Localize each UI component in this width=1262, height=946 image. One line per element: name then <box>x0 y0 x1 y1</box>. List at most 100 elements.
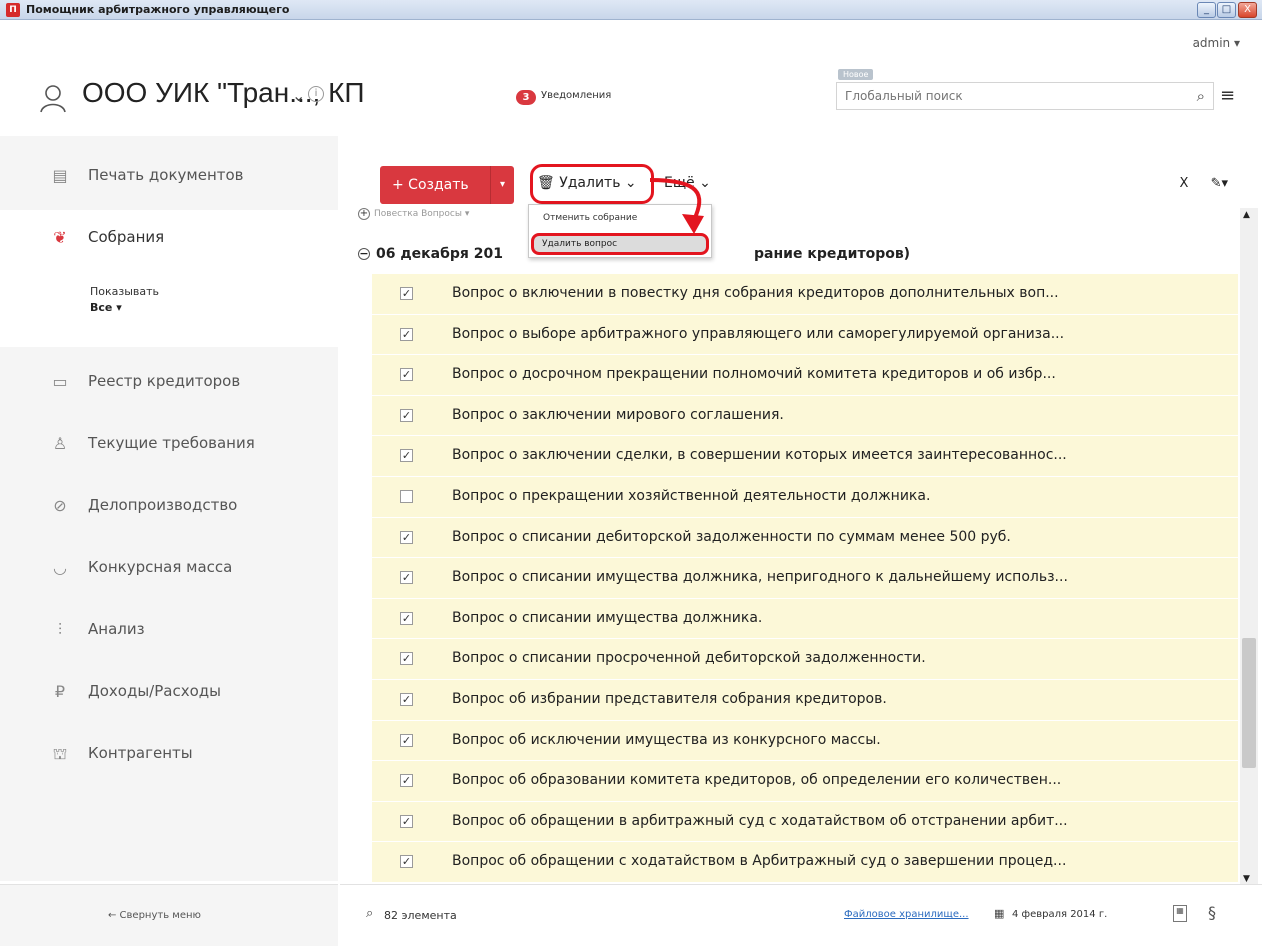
global-search-input[interactable] <box>837 83 1167 109</box>
list-item[interactable]: ✓ Вопрос об обращении с ходатайством в Ар… <box>372 842 1238 882</box>
sidebar-item-label: Реестр кредиторов <box>88 372 241 390</box>
filter-dropdown[interactable]: Все ▾ <box>90 301 122 314</box>
sidebar-item-income-expenses[interactable]: ₽ Доходы/Расходы <box>0 664 338 724</box>
sidebar-item-estate[interactable]: ◡ Конкурсная масса <box>0 540 338 600</box>
question-text: Вопрос о заключении мирового соглашения. <box>452 406 784 423</box>
checkbox-checked[interactable]: ✓ <box>400 855 413 869</box>
checkbox-checked[interactable]: ✓ <box>400 733 413 747</box>
maximize-button[interactable]: □ <box>1217 2 1236 18</box>
list-item[interactable]: ✓ Вопрос об образовании комитета кредитор… <box>372 761 1238 802</box>
question-text: Вопрос об исключении имущества из конкур… <box>452 731 881 748</box>
sidebar-item-counterparties[interactable]: ⛫ Контрагенты <box>0 726 338 786</box>
list-scrollbar[interactable]: ▲ ▼ <box>1240 208 1258 886</box>
questions-list: ✓ Вопрос о включении в повестку дня собра… <box>372 274 1238 882</box>
list-item[interactable]: ✓ Вопрос о включении в повестку дня собра… <box>372 274 1238 315</box>
checkbox-checked[interactable]: ✓ <box>400 368 413 382</box>
create-button[interactable]: + Создать ▾ <box>380 166 514 204</box>
create-button-label: + Создать <box>392 177 469 193</box>
sidebar-item-records[interactable]: ⊘ Делопроизводство <box>0 478 338 538</box>
list-item[interactable]: ✓ Вопрос о списании имущества должника. <box>372 598 1238 640</box>
search-icon[interactable]: ⌕ <box>1197 87 1205 105</box>
group-header[interactable]: −06 декабря 201 рание кредиторов) <box>358 246 910 262</box>
question-text: Вопрос об избрании представителя собрани… <box>452 690 887 707</box>
info-icon[interactable]: i <box>308 86 324 102</box>
bank-icon: ⛫ <box>52 744 68 763</box>
checkbox-checked[interactable]: ✓ <box>400 327 413 341</box>
scrollbar-thumb[interactable] <box>1242 638 1256 768</box>
checkbox-checked[interactable]: ✓ <box>400 530 413 544</box>
sidebar-item-analysis[interactable]: ⫶ Анализ <box>0 602 338 662</box>
collapse-menu-button[interactable]: ← Свернуть меню <box>108 910 201 921</box>
sidebar-item-label: Конкурсная масса <box>88 558 233 576</box>
list-item[interactable]: Вопрос о прекращении хозяйственной деяте… <box>372 476 1238 518</box>
excel-export-icon[interactable]: X <box>1180 176 1189 191</box>
sidebar-item-current-claims[interactable]: ♙ Текущие требования <box>0 416 338 476</box>
bar-chart-icon: ⫶ <box>57 620 62 639</box>
checkbox-checked[interactable]: ✓ <box>400 571 413 585</box>
delete-button-label: 🗑 Удалить ⌄ <box>537 175 637 191</box>
breadcrumb[interactable]: + Повестка Вопросы ▾ <box>358 208 469 220</box>
scroll-up-icon[interactable]: ▲ <box>1243 210 1250 220</box>
search-icon[interactable]: ⌕ <box>366 906 373 921</box>
collapse-minus-icon[interactable]: − <box>358 248 370 260</box>
question-text: Вопрос о заключении сделки, в совершении… <box>452 447 1067 464</box>
minimize-button[interactable]: _ <box>1197 2 1216 18</box>
checkbox-unchecked[interactable] <box>400 489 413 503</box>
current-date: 4 февраля 2014 г. <box>1012 909 1108 920</box>
delete-button[interactable]: 🗑 Удалить ⌄ <box>530 164 654 204</box>
checkbox-checked[interactable]: ✓ <box>400 814 413 828</box>
sidebar-item-print-documents[interactable]: ▤ Печать документов <box>0 148 338 208</box>
user-menu[interactable]: admin ▾ <box>1193 36 1240 50</box>
main-content: + Создать ▾ 🗑 Удалить ⌄ Ещё ⌄ X ✎▾ + Пове… <box>340 156 1262 882</box>
checkbox-checked[interactable]: ✓ <box>400 287 413 300</box>
create-dropdown-toggle[interactable]: ▾ <box>490 166 514 204</box>
hamburger-menu-icon[interactable]: ≡ <box>1220 85 1235 106</box>
list-item[interactable]: ✓ Вопрос о списании дебиторской задолженн… <box>372 517 1238 559</box>
edit-settings-icon[interactable]: ✎▾ <box>1211 176 1228 191</box>
toolbar-right: X ✎▾ <box>1162 176 1228 191</box>
sidebar-item-label: Доходы/Расходы <box>88 682 221 700</box>
notifications-link[interactable]: Уведомления <box>541 90 611 101</box>
checkbox-checked[interactable]: ✓ <box>400 774 413 788</box>
calculator-icon[interactable]: ▦ <box>1173 905 1187 922</box>
sidebar-item-label: Контрагенты <box>88 744 193 762</box>
question-text: Вопрос об обращении с ходатайством в Арб… <box>452 853 1067 870</box>
list-item[interactable]: ✓ Вопрос о списании имущества должника, н… <box>372 558 1238 599</box>
list-item[interactable]: ✓ Вопрос об исключении имущества из конку… <box>372 720 1238 762</box>
checkbox-checked[interactable]: ✓ <box>400 692 413 706</box>
list-item[interactable]: ✓ Вопрос о списании просроченной дебиторс… <box>372 639 1238 680</box>
notifications-count-badge[interactable]: 3 <box>516 90 536 105</box>
window-title: Помощник арбитражного управляющего <box>26 3 290 16</box>
question-text: Вопрос о списании просроченной дебиторск… <box>452 650 926 667</box>
basket-icon: ◡ <box>53 558 67 577</box>
list-item[interactable]: ✓ Вопрос о выборе арбитражного управляюще… <box>372 314 1238 356</box>
chevron-down-icon[interactable]: ⌄ <box>292 86 305 105</box>
sidebar-item-creditors-registry[interactable]: ▭ Реестр кредиторов <box>0 354 338 414</box>
list-item[interactable]: ✓ Вопрос об обращении в арбитражный суд с… <box>372 801 1238 843</box>
section-sign-icon[interactable]: § <box>1208 903 1216 922</box>
close-button[interactable]: X <box>1238 2 1257 18</box>
calendar-icon: ▦ <box>994 907 1005 920</box>
window-titlebar: П Помощник арбитражного управляющего _ □… <box>0 0 1262 20</box>
expand-plus-icon[interactable]: + <box>358 208 370 220</box>
global-search: ⌕ <box>836 82 1214 110</box>
list-item[interactable]: ✓ Вопрос об избрании представителя собран… <box>372 679 1238 721</box>
menu-item-cancel-meeting[interactable]: Отменить собрание <box>543 213 637 223</box>
list-item[interactable]: ✓ Вопрос о заключении сделки, в совершени… <box>372 436 1238 477</box>
breadcrumb-text: Повестка Вопросы ▾ <box>374 209 470 219</box>
scroll-down-icon[interactable]: ▼ <box>1243 874 1250 884</box>
sidebar-item-label: Текущие требования <box>88 434 255 452</box>
checkbox-checked[interactable]: ✓ <box>400 652 413 666</box>
question-text: Вопрос о списании имущества должника. <box>452 609 763 626</box>
list-item[interactable]: ✓ Вопрос о заключении мирового соглашения… <box>372 395 1238 437</box>
checkbox-checked[interactable]: ✓ <box>400 449 413 463</box>
question-text: Вопрос о списании имущества должника, не… <box>452 569 1068 586</box>
checkbox-checked[interactable]: ✓ <box>400 611 413 625</box>
sidebar-item-meetings[interactable]: ❦ Собрания <box>0 210 338 270</box>
handshake-icon: ❦ <box>53 228 67 247</box>
checkbox-checked[interactable]: ✓ <box>400 408 413 422</box>
file-storage-link[interactable]: Файловое хранилище... <box>844 909 969 920</box>
list-item[interactable]: ✓ Вопрос о досрочном прекращении полномоч… <box>372 355 1238 396</box>
app-logo-icon: П <box>6 3 20 17</box>
meetings-filter: Показывать Все ▾ <box>0 267 338 347</box>
